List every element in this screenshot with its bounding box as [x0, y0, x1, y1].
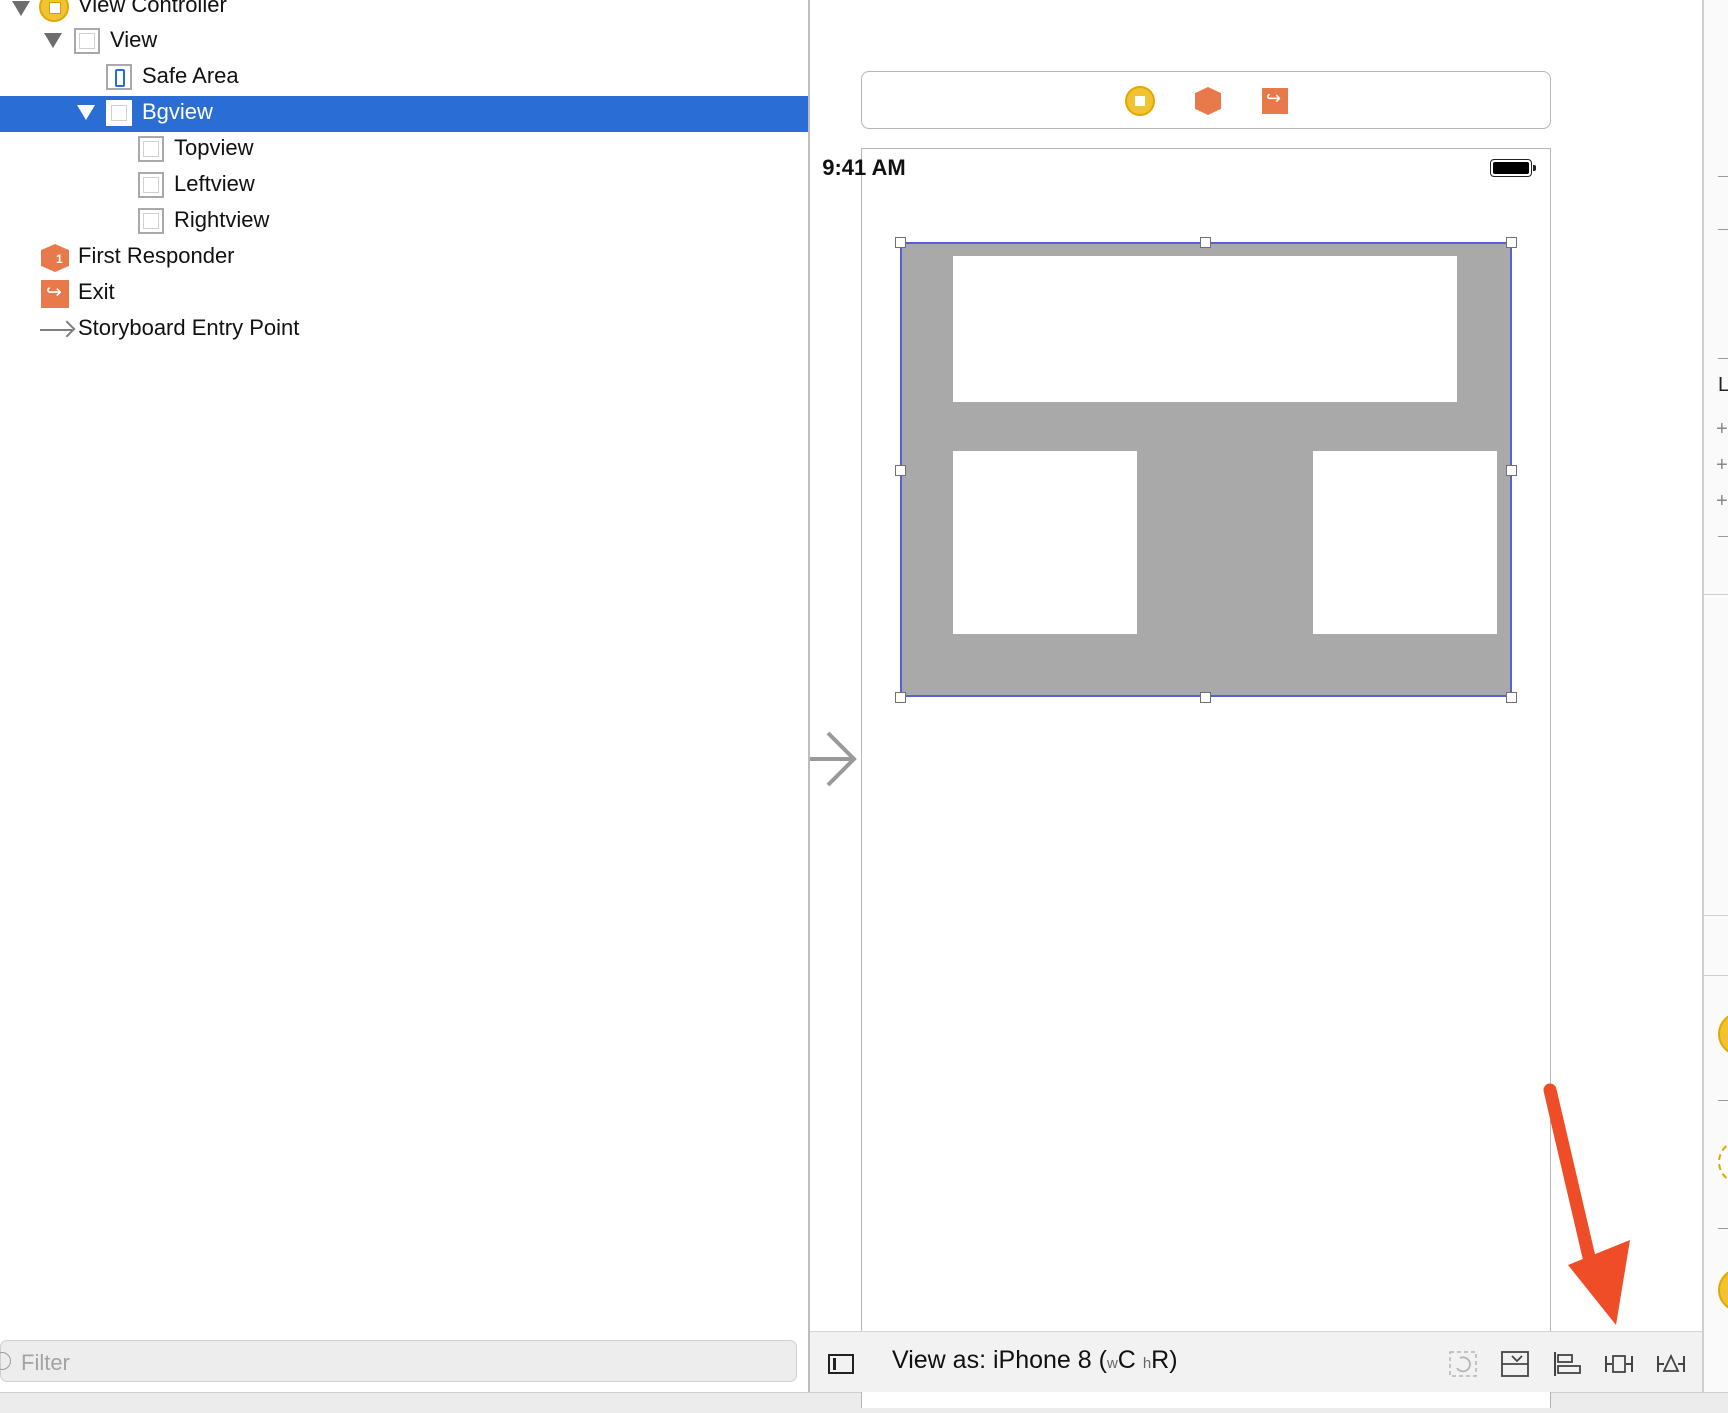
view-icon: [74, 28, 100, 54]
outline-item-label: View Controller: [78, 0, 227, 17]
status-bar-time: 9:41 AM: [822, 155, 906, 180]
first-responder-cube-icon[interactable]: [1195, 87, 1221, 115]
inspector-tick: [1718, 358, 1728, 359]
resize-handle-bottom-right[interactable]: [1506, 692, 1517, 703]
library-object-icon[interactable]: [1718, 1140, 1728, 1184]
align-icon[interactable]: [1552, 1350, 1582, 1378]
outline-item-label: Exit: [78, 279, 115, 304]
view-controller-icon[interactable]: [1125, 86, 1155, 116]
resolve-issues-icon[interactable]: [1656, 1350, 1686, 1378]
exit-icon[interactable]: [1262, 88, 1288, 114]
annotation-arrow-icon: [1543, 1083, 1630, 1325]
canvas-bottom-bar: View as: iPhone 8 (wC hR): [810, 1331, 1702, 1392]
view-controller-icon: [39, 0, 69, 22]
embed-in-stack-icon[interactable]: [1500, 1350, 1530, 1378]
width-class-prefix: w: [1106, 1355, 1118, 1372]
inspector-tick: [1718, 1100, 1728, 1101]
plus-icon[interactable]: +: [1716, 418, 1728, 441]
height-class-prefix: h: [1142, 1355, 1152, 1372]
plus-icon[interactable]: +: [1716, 490, 1728, 513]
outline-item-label: Safe Area: [142, 63, 239, 88]
resize-handle-right[interactable]: [1506, 465, 1517, 476]
disclosure-triangle-icon[interactable]: [12, 1, 30, 16]
exit-icon: [41, 280, 69, 308]
inspector-separator: [1704, 915, 1728, 916]
inspector-label-fragment: L: [1718, 374, 1728, 396]
toggle-outline-icon[interactable]: [828, 1354, 854, 1374]
inspector-tick: [1718, 176, 1728, 177]
storyboard-entry-arrow-icon[interactable]: [810, 730, 858, 788]
inspector-tick: [1718, 1228, 1728, 1229]
plus-icon[interactable]: +: [1716, 454, 1728, 477]
disclosure-triangle-icon[interactable]: [44, 33, 62, 48]
add-constraints-icon[interactable]: [1604, 1350, 1634, 1378]
outline-item-label: Bgview: [142, 99, 213, 124]
outline-item-storyboard-entry-point[interactable]: Storyboard Entry Point: [0, 312, 808, 348]
resize-handle-left[interactable]: [895, 465, 906, 476]
scene-dock: [861, 71, 1551, 129]
width-class: C: [1117, 1346, 1136, 1374]
view-icon: [106, 100, 132, 126]
update-frames-icon[interactable]: [1448, 1350, 1478, 1378]
resize-handle-top-right[interactable]: [1506, 237, 1517, 248]
filter-field[interactable]: Filter: [0, 1340, 797, 1382]
view-as-prefix: View as: iPhone 8 (: [892, 1346, 1107, 1374]
inspector-tick: [1718, 229, 1728, 230]
view-icon: [138, 208, 164, 234]
resize-handle-bottom[interactable]: [1200, 692, 1211, 703]
outline-item-label: Storyboard Entry Point: [78, 315, 300, 340]
outline-item-label: First Responder: [78, 243, 235, 268]
first-responder-cube-icon: [41, 244, 69, 272]
filter-icon: [0, 1352, 11, 1370]
inspector-panel: L + + +: [1704, 0, 1728, 1392]
battery-icon: [1490, 159, 1536, 177]
resize-handle-top[interactable]: [1200, 237, 1211, 248]
entry-point-arrow-icon: [40, 329, 72, 331]
outline-item-bgview[interactable]: Bgview: [0, 96, 808, 132]
safe-area-icon: [106, 64, 132, 90]
leftview-canvas-view[interactable]: [953, 451, 1137, 634]
rightview-canvas-view[interactable]: [1313, 451, 1497, 634]
filter-placeholder: Filter: [21, 1350, 70, 1375]
library-object-icon[interactable]: [1718, 1268, 1728, 1312]
view-as-suffix: ): [1169, 1346, 1178, 1374]
library-object-icon[interactable]: [1718, 1012, 1728, 1056]
outline-item-first-responder[interactable]: First Responder: [0, 240, 808, 276]
outline-item-label: Rightview: [174, 207, 270, 232]
view-as-device-button[interactable]: View as: iPhone 8 (wC hR): [892, 1346, 1178, 1375]
outline-item-label: View: [110, 27, 158, 52]
outline-item-safe-area[interactable]: Safe Area: [0, 60, 808, 96]
outline-item-exit[interactable]: Exit: [0, 276, 808, 312]
resize-handle-top-left[interactable]: [895, 237, 906, 248]
inspector-separator: [1704, 975, 1728, 976]
inspector-separator: [1704, 594, 1728, 595]
document-outline: View Controller View Safe Area Bgview To…: [0, 0, 808, 1412]
outline-item-rightview[interactable]: Rightview: [0, 204, 808, 240]
disclosure-triangle-icon[interactable]: [77, 105, 95, 120]
inspector-tick: [1718, 536, 1728, 537]
resize-handle-bottom-left[interactable]: [895, 692, 906, 703]
topview-canvas-view[interactable]: [953, 256, 1457, 402]
height-class: R: [1151, 1346, 1170, 1374]
outline-item-view[interactable]: View: [0, 24, 808, 60]
